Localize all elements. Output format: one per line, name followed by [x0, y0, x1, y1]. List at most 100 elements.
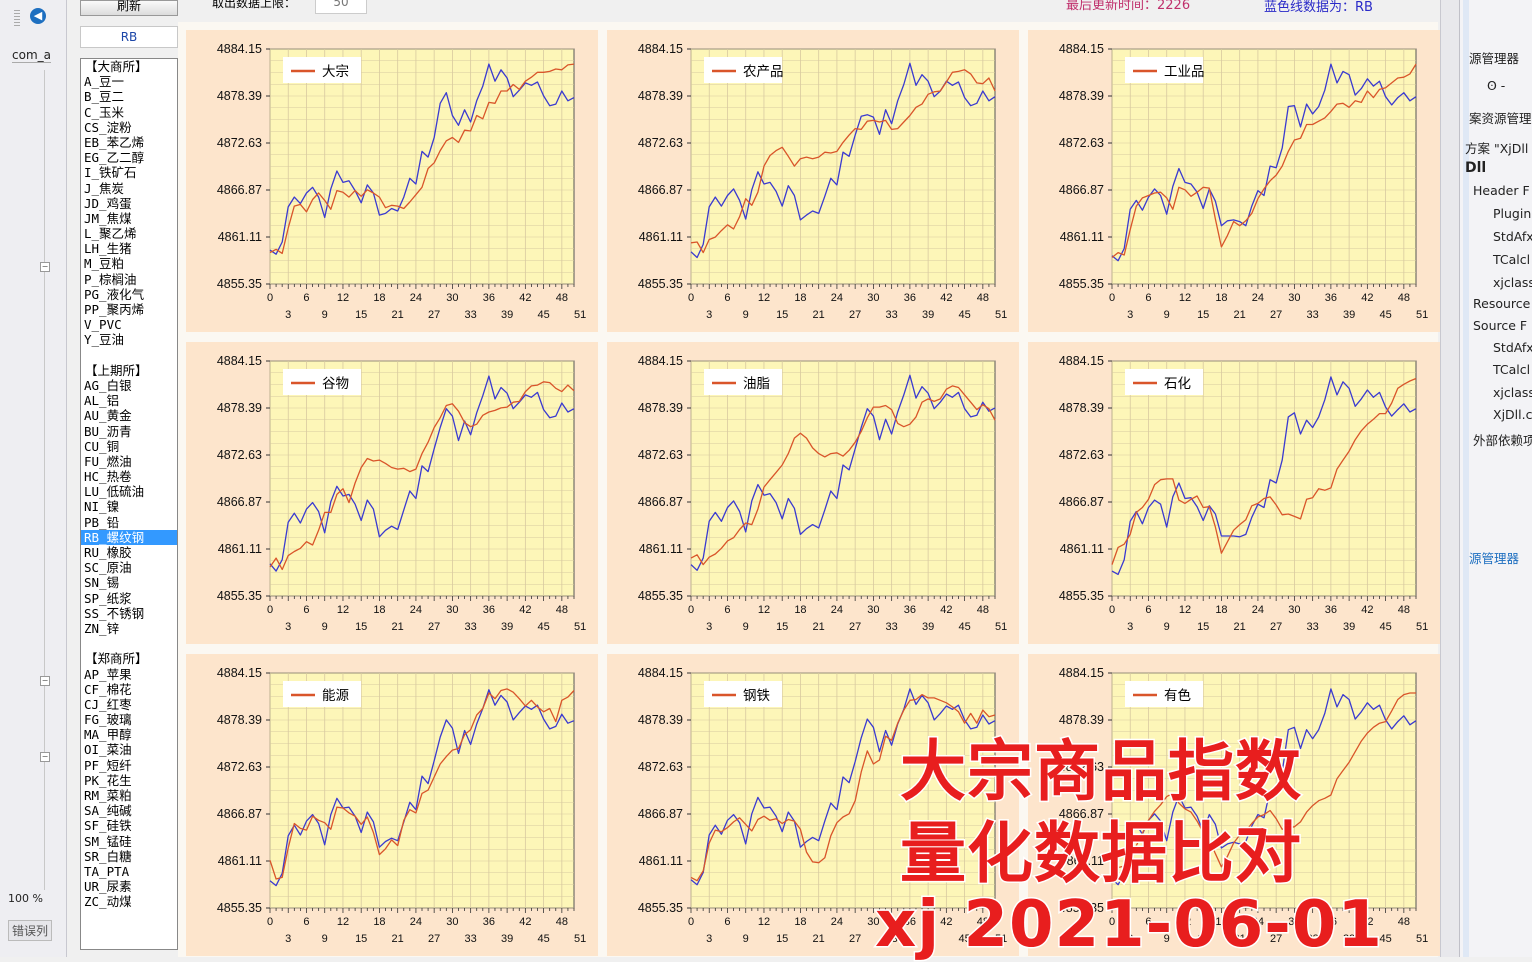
solution-explorer-item[interactable]: Dll [1465, 160, 1486, 176]
symbol-list-item[interactable]: P_棕榈油 [81, 272, 177, 287]
symbol-list-item[interactable]: SP_纸浆 [81, 591, 177, 606]
symbol-list-item[interactable]: SS_不锈钢 [81, 606, 177, 621]
symbol-list-item[interactable]: PP_聚丙烯 [81, 302, 177, 317]
x-tick-label: 33 [886, 621, 898, 633]
chart-panel: 4884.15 4878.39 4872.63 4866.87 4861.11 4855.… [607, 30, 1019, 332]
solution-explorer-item[interactable]: xjclass [1493, 385, 1532, 400]
zoom-level[interactable]: 100 % [8, 892, 43, 905]
symbol-list-item[interactable]: J_焦炭 [81, 181, 177, 196]
solution-explorer-item[interactable]: xjclass [1493, 275, 1532, 290]
symbol-list-item[interactable]: CF_棉花 [81, 682, 177, 697]
symbol-list-item[interactable]: CJ_红枣 [81, 697, 177, 712]
vertical-scrollbar[interactable] [1441, 0, 1460, 957]
x-tick-label: 39 [1343, 309, 1355, 321]
solution-explorer-item[interactable]: Plugin [1493, 206, 1531, 221]
solution-explorer-item[interactable]: StdAfx [1493, 340, 1532, 355]
x-tick-label: 42 [519, 292, 531, 304]
x-tick-label: 48 [977, 604, 989, 616]
symbol-list-item[interactable]: FG_玻璃 [81, 712, 177, 727]
solution-explorer-item[interactable]: XjDll.c [1493, 407, 1532, 422]
symbol-list-item[interactable]: M_豆粕 [81, 256, 177, 271]
symbol-list-item[interactable]: RB_螺纹钢 [81, 529, 177, 545]
limit-input[interactable]: 50 [315, 0, 367, 14]
symbol-list-item[interactable]: MA_甲醇 [81, 727, 177, 742]
symbol-list-item[interactable]: SM_锰硅 [81, 834, 177, 849]
symbol-list-item[interactable]: AU_黄金 [81, 408, 177, 423]
x-tick-label: 45 [1379, 309, 1391, 321]
x-tick-label: 36 [1325, 292, 1337, 304]
symbol-list-item[interactable]: Y_豆油 [81, 332, 177, 347]
symbol-list-item[interactable]: PK_花生 [81, 773, 177, 788]
symbol-list-item[interactable]: SA_纯碱 [81, 803, 177, 818]
symbol-list-item[interactable]: BU_沥青 [81, 424, 177, 439]
symbol-list-item[interactable]: ZC_动煤 [81, 894, 177, 909]
symbol-list-item[interactable]: NI_镍 [81, 499, 177, 514]
solution-explorer-item[interactable]: 方案 "XjDll [1465, 138, 1528, 157]
symbol-list-item[interactable]: SF_硅铁 [81, 818, 177, 833]
solution-explorer-item[interactable]: Resource [1473, 296, 1530, 311]
y-tick-label: 4855.35 [217, 277, 262, 291]
x-tick-label: 30 [867, 292, 879, 304]
y-tick-label: 4861.11 [639, 542, 683, 556]
chart-panel: 4884.15 4878.39 4872.63 4866.87 4861.11 4855.… [607, 342, 1019, 644]
solution-explorer-item[interactable]: TCalcl [1493, 362, 1530, 377]
grip-icon[interactable] [14, 10, 20, 26]
x-tick-label: 30 [446, 604, 458, 616]
x-tick-label: 18 [794, 916, 806, 928]
symbol-list-item[interactable]: ZN_锌 [81, 621, 177, 636]
symbol-list-item[interactable]: AG_白银 [81, 378, 177, 393]
symbol-list-item[interactable]: RU_橡胶 [81, 545, 177, 560]
x-tick-label: 33 [465, 933, 477, 945]
error-list-tab[interactable]: 错误列 [8, 920, 53, 941]
symbol-list-item[interactable]: PF_短纤 [81, 758, 177, 773]
symbol-list-item[interactable]: CS_淀粉 [81, 120, 177, 135]
symbol-list-item[interactable]: LH_生猪 [81, 241, 177, 256]
collapse-icon[interactable]: − [40, 752, 50, 762]
symbol-list-item[interactable]: V_PVC [81, 317, 177, 332]
refresh-button[interactable]: 刷新 [80, 0, 178, 16]
solution-explorer-item[interactable]: ʘ - [1487, 78, 1505, 93]
symbol-list-item[interactable]: SR_白糖 [81, 849, 177, 864]
symbol-code-field[interactable]: RB [80, 26, 178, 48]
symbol-list-item[interactable]: SC_原油 [81, 560, 177, 575]
symbol-list-item[interactable]: FU_燃油 [81, 454, 177, 469]
symbol-list-item[interactable]: EB_苯乙烯 [81, 135, 177, 150]
symbol-list-item[interactable]: CU_铜 [81, 439, 177, 454]
symbol-list-item[interactable]: UR_尿素 [81, 879, 177, 894]
solution-explorer-item[interactable]: TCalcl [1493, 252, 1530, 267]
solution-explorer-item[interactable]: 源管理器 [1469, 48, 1519, 67]
symbol-list-item[interactable]: TA_PTA [81, 864, 177, 879]
symbol-list-item[interactable]: LU_低硫油 [81, 484, 177, 499]
symbol-list-item[interactable]: AP_苹果 [81, 667, 177, 682]
x-tick-label: 3 [706, 933, 712, 945]
symbol-list-item[interactable]: PG_液化气 [81, 287, 177, 302]
collapse-icon[interactable]: − [40, 676, 50, 686]
solution-explorer-item[interactable]: Source F [1473, 318, 1527, 333]
symbol-list-item[interactable]: EG_乙二醇 [81, 150, 177, 165]
back-arrow-icon[interactable]: ◀ [30, 8, 46, 24]
collapse-icon[interactable]: − [40, 262, 50, 272]
symbol-list-item[interactable]: AL_铝 [81, 393, 177, 408]
symbol-list-item[interactable]: A_豆一 [81, 74, 177, 89]
symbol-list-item[interactable]: C_玉米 [81, 105, 177, 120]
solution-explorer-item[interactable]: 案资源管理 [1469, 108, 1532, 127]
x-tick-label: 45 [537, 309, 549, 321]
symbol-list-item[interactable]: L_聚乙烯 [81, 226, 177, 241]
solution-explorer-item[interactable]: 源管理器 [1469, 548, 1519, 567]
symbol-list-item[interactable]: RM_菜粕 [81, 788, 177, 803]
symbol-list-item[interactable]: OI_菜油 [81, 742, 177, 757]
y-tick-label: 4872.63 [217, 448, 262, 462]
symbol-list-item[interactable]: I_铁矿石 [81, 165, 177, 180]
symbol-list-item[interactable]: JM_焦煤 [81, 211, 177, 226]
y-tick-label: 4866.87 [1059, 183, 1104, 197]
x-tick-label: 51 [574, 309, 586, 321]
symbol-list[interactable]: 【大商所】 A_豆一 B_豆二 C_玉米 CS_淀粉 EB_苯乙烯 EG_乙二醇 I_铁矿石 J… [80, 58, 178, 950]
symbol-list-item[interactable]: B_豆二 [81, 89, 177, 104]
solution-explorer-item[interactable]: 外部依赖项 [1473, 430, 1532, 449]
solution-explorer-item[interactable]: StdAfx [1493, 229, 1532, 244]
solution-explorer-item[interactable]: Header F [1473, 183, 1530, 198]
symbol-list-item[interactable]: SN_锡 [81, 575, 177, 590]
symbol-list-item[interactable]: JD_鸡蛋 [81, 196, 177, 211]
symbol-list-item[interactable]: HC_热卷 [81, 469, 177, 484]
symbol-list-item[interactable]: PB_铅 [81, 515, 177, 530]
